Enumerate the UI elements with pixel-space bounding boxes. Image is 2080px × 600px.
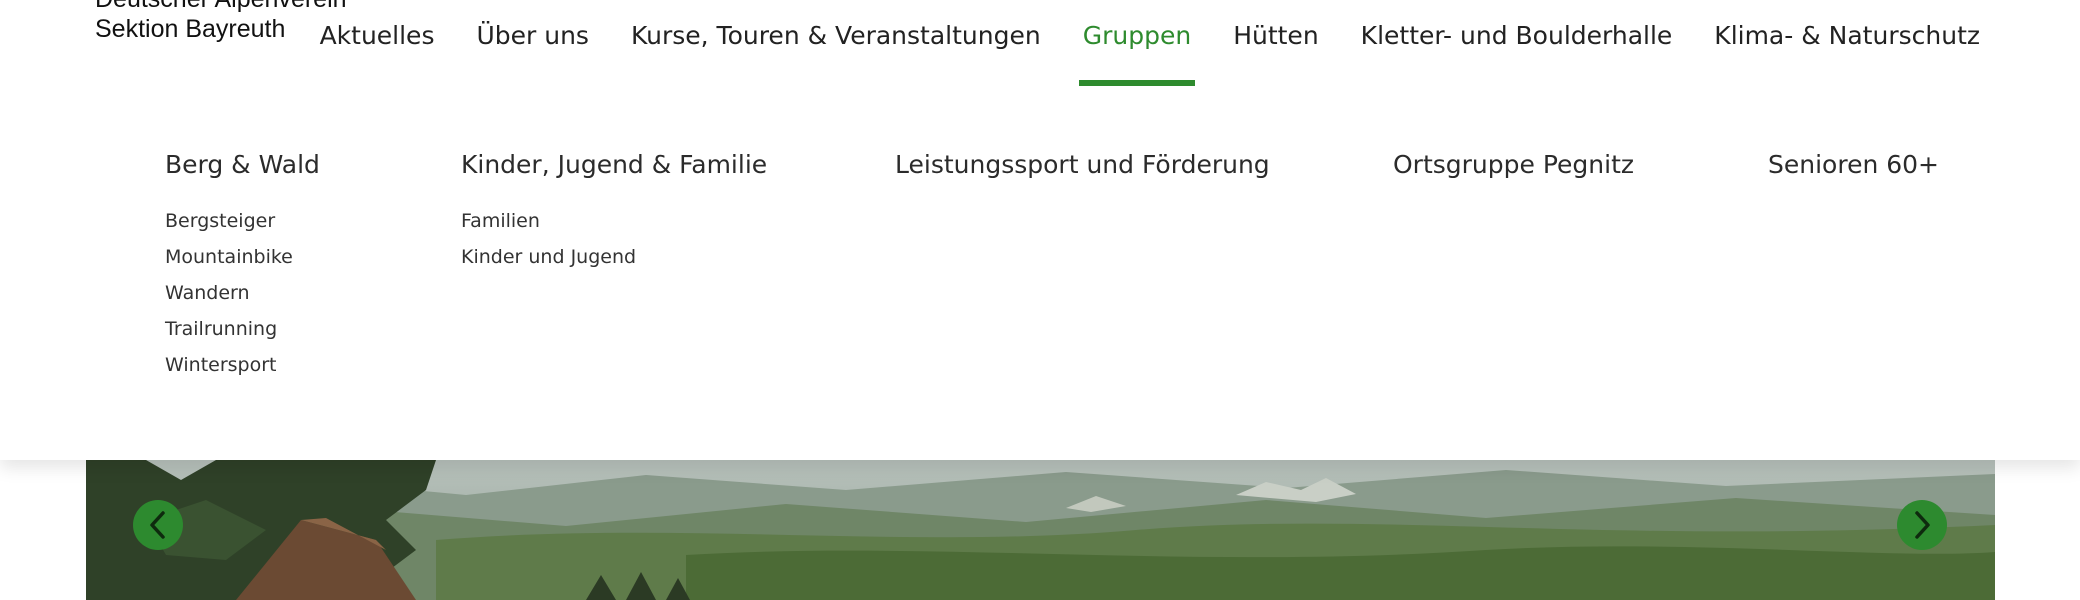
nav-item-kurse-touren[interactable]: Kurse, Touren & Veranstaltungen xyxy=(631,0,1041,84)
dropdown-link-kinder-und-jugend[interactable]: Kinder und Jugend xyxy=(461,239,767,275)
nav-item-huetten[interactable]: Hütten xyxy=(1233,0,1318,84)
slider-prev-button[interactable] xyxy=(133,500,183,550)
dropdown-heading-kinder-jugend[interactable]: Kinder, Jugend & Familie xyxy=(461,150,767,179)
dropdown-heading-ortsgruppe-pegnitz[interactable]: Ortsgruppe Pegnitz xyxy=(1393,150,1634,179)
nav-item-kletterhalle[interactable]: Kletter- und Boulderhalle xyxy=(1361,0,1673,84)
gruppen-dropdown-menu: Berg & Wald Bergsteiger Mountainbike Wan… xyxy=(0,84,2080,460)
dropdown-links-berg-wald: Bergsteiger Mountainbike Wandern Trailru… xyxy=(165,203,320,383)
chevron-left-icon xyxy=(150,511,165,539)
dropdown-heading-senioren[interactable]: Senioren 60+ xyxy=(1768,150,1939,179)
mountain-landscape-image xyxy=(86,460,1995,600)
nav-item-aktuelles[interactable]: Aktuelles xyxy=(320,0,435,84)
dropdown-link-wandern[interactable]: Wandern xyxy=(165,275,320,311)
site-header: Deutscher Alpenverein Sektion Bayreuth A… xyxy=(0,0,2080,86)
dropdown-link-wintersport[interactable]: Wintersport xyxy=(165,347,320,383)
dropdown-column-senioren: Senioren 60+ xyxy=(1768,150,1939,179)
dropdown-column-kinder-jugend: Kinder, Jugend & Familie Familien Kinder… xyxy=(461,150,767,275)
dropdown-heading-berg-wald[interactable]: Berg & Wald xyxy=(165,150,320,179)
hero-slider-image xyxy=(86,460,1995,600)
dropdown-column-ortsgruppe-pegnitz: Ortsgruppe Pegnitz xyxy=(1393,150,1634,179)
dropdown-column-berg-wald: Berg & Wald Bergsteiger Mountainbike Wan… xyxy=(165,150,320,383)
dropdown-column-leistungssport: Leistungssport und Förderung xyxy=(895,150,1270,179)
slider-next-button[interactable] xyxy=(1897,500,1947,550)
dropdown-link-mountainbike[interactable]: Mountainbike xyxy=(165,239,320,275)
nav-item-klima-naturschutz[interactable]: Klima- & Naturschutz xyxy=(1714,0,1980,84)
dropdown-heading-leistungssport[interactable]: Leistungssport und Förderung xyxy=(895,150,1270,179)
main-nav: Aktuelles Über uns Kurse, Touren & Veran… xyxy=(278,0,1980,86)
dropdown-links-kinder-jugend: Familien Kinder und Jugend xyxy=(461,203,767,275)
dropdown-link-trailrunning[interactable]: Trailrunning xyxy=(165,311,320,347)
nav-item-ueber-uns[interactable]: Über uns xyxy=(476,0,589,84)
nav-item-gruppen[interactable]: Gruppen xyxy=(1078,0,1196,86)
dropdown-link-familien[interactable]: Familien xyxy=(461,203,767,239)
chevron-right-icon xyxy=(1915,511,1930,539)
dropdown-link-bergsteiger[interactable]: Bergsteiger xyxy=(165,203,320,239)
